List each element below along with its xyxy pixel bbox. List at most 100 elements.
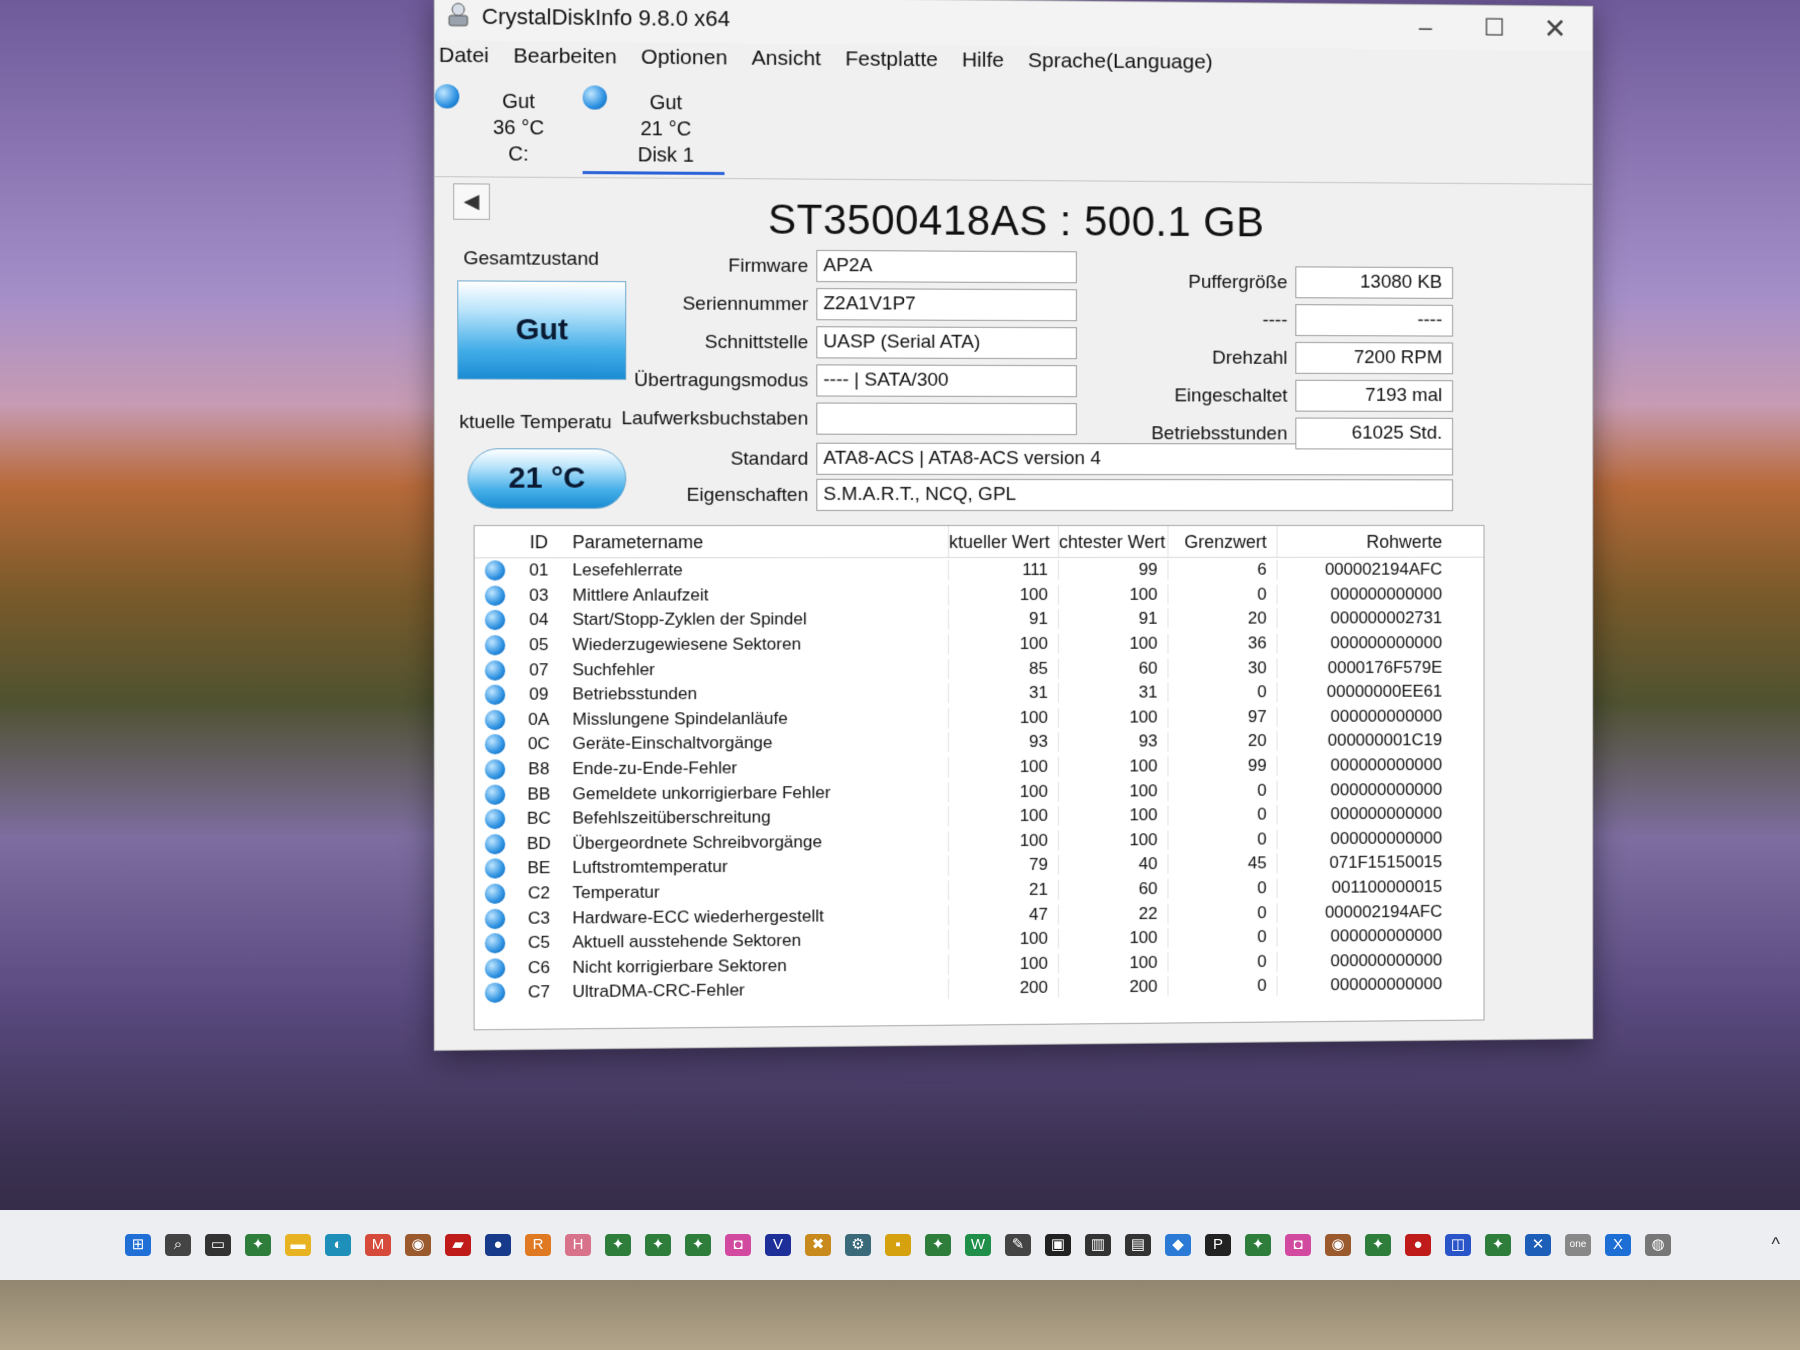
health-status-icon: [484, 660, 506, 681]
health-status-icon: [484, 709, 506, 730]
cell-name: Übergeordnete Schreibvorgänge: [572, 832, 823, 853]
app-icon-19[interactable]: ▥: [1085, 1234, 1111, 1256]
firmware-value: AP2A: [816, 249, 1077, 284]
app-icon-25[interactable]: ◉: [1325, 1234, 1351, 1256]
header-current[interactable]: ktueller Wert: [947, 525, 1058, 558]
app-icon-22[interactable]: P: [1205, 1234, 1231, 1256]
menu-bar: Datei Bearbeiten Optionen Ansicht Festpl…: [435, 44, 1213, 83]
app-icon-5[interactable]: R: [525, 1234, 551, 1256]
menu-ansicht[interactable]: Ansicht: [752, 47, 821, 80]
app-icon-27[interactable]: ●: [1405, 1234, 1431, 1256]
serial-label: Seriennummer: [682, 293, 809, 316]
app-icon-10[interactable]: ◘: [725, 1234, 751, 1256]
app-icon-6[interactable]: H: [565, 1234, 591, 1256]
title-bar[interactable]: CrystalDiskInfo 9.8.0 x64 – ☐ ✕: [434, 0, 1593, 52]
previous-disk-button[interactable]: ◀: [453, 183, 490, 220]
unknown-label: ----: [1262, 310, 1288, 331]
app-window: CrystalDiskInfo 9.8.0 x64 – ☐ ✕ Datei Be…: [433, 0, 1594, 1051]
power-on-hours-label: Betriebsstunden: [1151, 423, 1288, 445]
app-icon-7[interactable]: ✦: [605, 1234, 631, 1256]
app-icon-21[interactable]: ◆: [1165, 1234, 1191, 1256]
app-icon-16[interactable]: W: [965, 1234, 991, 1256]
row-status: [475, 933, 514, 954]
start-icon[interactable]: ⊞: [125, 1234, 151, 1256]
menu-festplatte[interactable]: Festplatte: [845, 47, 938, 80]
app-icon-26[interactable]: ✦: [1365, 1234, 1391, 1256]
cell-threshold: 0: [1167, 927, 1277, 948]
header-id[interactable]: ID: [513, 526, 564, 557]
app-icon-17[interactable]: ✎: [1005, 1234, 1031, 1256]
app-icon-29[interactable]: ✦: [1485, 1234, 1511, 1256]
maximize-button[interactable]: ☐: [1465, 11, 1524, 45]
app-icon-1[interactable]: ✦: [245, 1234, 271, 1256]
interface-label: Schnittstelle: [704, 331, 809, 354]
cell-raw: 000000000000: [1276, 974, 1455, 997]
app-icon-9[interactable]: ✦: [685, 1234, 711, 1256]
app-icon-32[interactable]: X: [1605, 1234, 1631, 1256]
search-icon[interactable]: ⌕: [165, 1234, 191, 1256]
table-row[interactable]: 03 Mittlere Anlaufzeit 100 100 0 000000000000: [475, 582, 1484, 608]
cell-raw: 001100000015: [1276, 877, 1455, 899]
app-icon-2[interactable]: ◉: [405, 1234, 431, 1256]
table-row[interactable]: 04 Start/Stopp-Zyklen der Spindel 91 91 20 00…: [475, 606, 1484, 633]
header-name[interactable]: Parametername: [564, 526, 948, 557]
close-button[interactable]: ✕: [1526, 12, 1585, 46]
crystaldiskinfo-logo-icon: [445, 1, 472, 28]
health-status-icon: [484, 809, 506, 830]
menu-bearbeiten[interactable]: Bearbeiten: [513, 44, 616, 77]
header-threshold[interactable]: Grenzwert: [1167, 525, 1277, 557]
taskview-icon[interactable]: ▭: [205, 1234, 231, 1256]
health-status-icon: [484, 982, 506, 1004]
app-icon-23[interactable]: ✦: [1245, 1234, 1271, 1256]
app-icon-8[interactable]: ✦: [645, 1234, 671, 1256]
app-icon-3[interactable]: ▰: [445, 1234, 471, 1256]
disk-tab-c[interactable]: Gut 36 °C C:: [434, 80, 578, 174]
app-icon-18[interactable]: ▣: [1045, 1234, 1071, 1256]
app-icon-12[interactable]: ✖: [805, 1234, 831, 1256]
power-on-count-value: 7193 mal: [1295, 379, 1454, 412]
cell-id: C5: [527, 932, 550, 953]
tray-chevron-icon[interactable]: ^: [1772, 1234, 1780, 1255]
crystaldiskinfo-icon[interactable]: ◍: [1645, 1234, 1671, 1256]
cell-raw: 000000000000: [1276, 633, 1455, 654]
menu-optionen[interactable]: Optionen: [641, 46, 727, 79]
smart-table-header: ID Parametername ktueller Wert chtester …: [474, 525, 1484, 559]
table-row[interactable]: 01 Lesefehlerrate 111 99 6 000002194AFC: [475, 558, 1484, 584]
cell-threshold: 6: [1167, 560, 1277, 581]
menu-sprache[interactable]: Sprache(Language): [1028, 49, 1213, 83]
disk-tab-disk1[interactable]: Gut 21 °C Disk 1: [582, 81, 725, 176]
cell-id: C3: [527, 908, 550, 928]
table-row[interactable]: 05 Wiederzugewiesene Sektoren 100 100 36 0000…: [475, 631, 1484, 658]
header-worst[interactable]: chtester Wert: [1057, 525, 1168, 557]
explorer-icon[interactable]: ▬: [285, 1234, 311, 1256]
cell-raw: 000000000000: [1276, 584, 1455, 605]
app-icon-4[interactable]: ●: [485, 1234, 511, 1256]
row-status: [475, 809, 514, 830]
cell-name: Nicht korrigierbare Sektoren: [572, 955, 787, 977]
app-icon-30[interactable]: ✕: [1525, 1234, 1551, 1256]
cell-threshold: 0: [1167, 878, 1277, 899]
header-raw[interactable]: Rohwerte: [1276, 525, 1455, 557]
app-icon-13[interactable]: ⚙: [845, 1234, 871, 1256]
cell-threshold: 0: [1167, 780, 1277, 801]
app-icon-24[interactable]: ◘: [1285, 1234, 1311, 1256]
health-status-icon: [484, 734, 506, 755]
app-icon-28[interactable]: ◫: [1445, 1234, 1471, 1256]
cell-name: Temperatur: [572, 882, 660, 903]
cell-threshold: 0: [1167, 682, 1277, 703]
smart-attributes-table[interactable]: ID Parametername ktueller Wert chtester …: [473, 524, 1485, 1031]
menu-datei[interactable]: Datei: [439, 44, 489, 77]
cell-id: 01: [529, 560, 549, 580]
app-icon-31[interactable]: one: [1565, 1234, 1591, 1256]
minimize-button[interactable]: –: [1396, 11, 1455, 45]
menu-hilfe[interactable]: Hilfe: [962, 48, 1004, 80]
edge-icon[interactable]: ◐: [325, 1234, 351, 1256]
app-icon-20[interactable]: ▤: [1125, 1234, 1151, 1256]
table-row[interactable]: 07 Suchfehler 85 60 30 0000176F579E: [475, 655, 1484, 682]
cell-worst: 100: [1057, 805, 1168, 827]
app-icon-14[interactable]: ▪: [885, 1234, 911, 1256]
table-row[interactable]: 09 Betriebsstunden 31 31 0 00000000EE61: [475, 680, 1484, 708]
app-icon-11[interactable]: V: [765, 1234, 791, 1256]
app-icon-15[interactable]: ✦: [925, 1234, 951, 1256]
gmail-icon[interactable]: M: [365, 1234, 391, 1256]
